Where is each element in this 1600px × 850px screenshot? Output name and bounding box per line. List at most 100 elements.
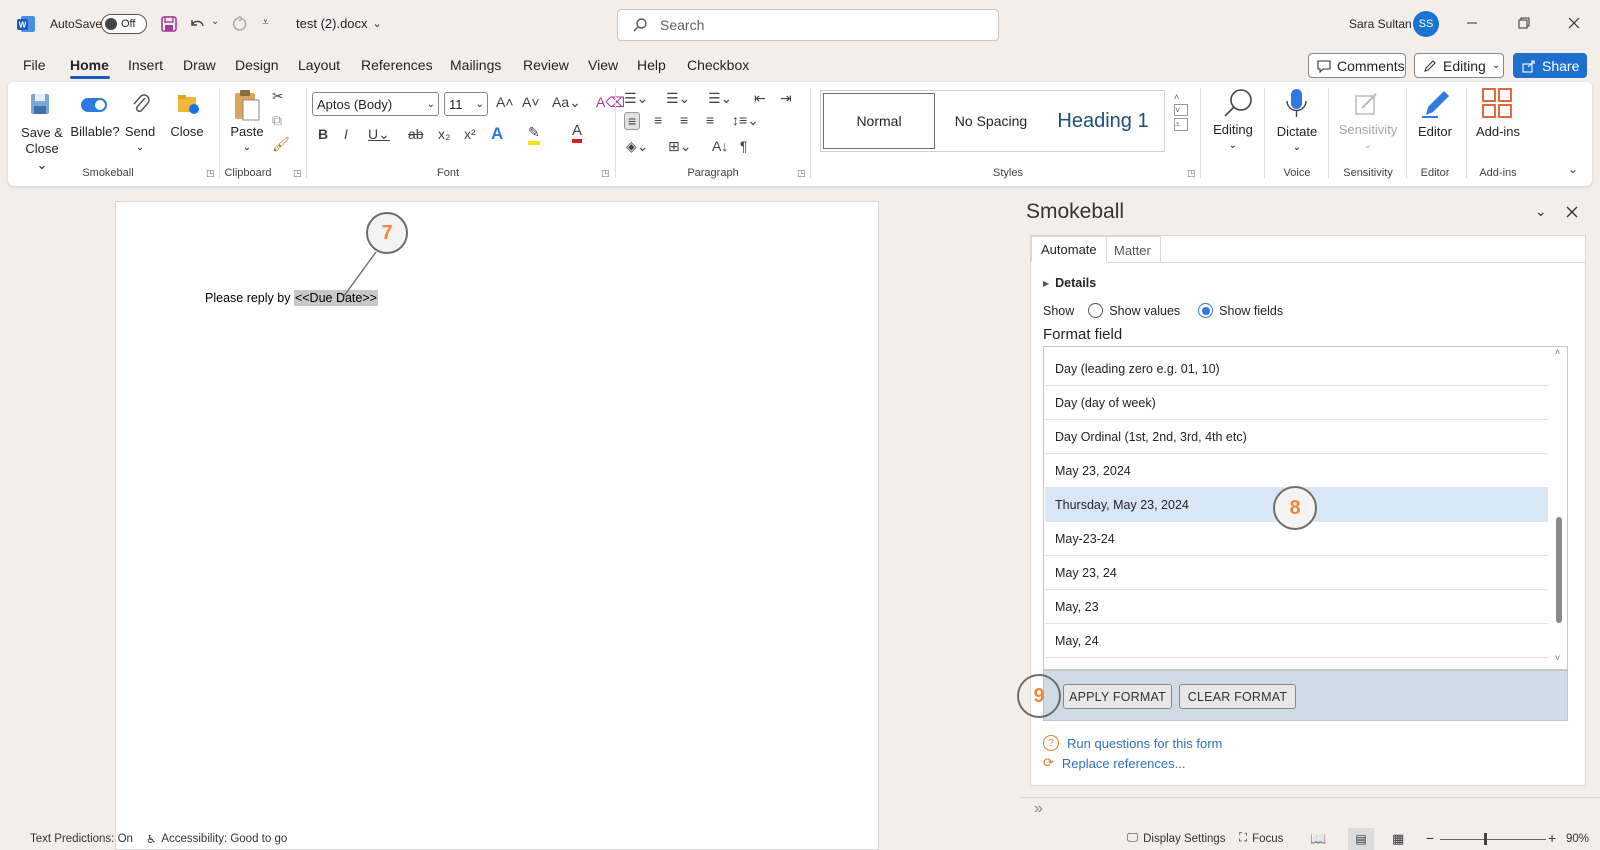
- line-spacing-icon[interactable]: ↕≡⌄: [732, 112, 759, 129]
- tab-automate[interactable]: Automate: [1031, 236, 1107, 263]
- list-item[interactable]: Day Ordinal (1st, 2nd, 3rd, 4th etc): [1045, 420, 1548, 454]
- clear-format-button[interactable]: CLEAR FORMAT: [1179, 684, 1296, 709]
- restore-icon[interactable]: [1517, 16, 1531, 30]
- scroll-down-icon[interactable]: ˅: [1555, 653, 1560, 663]
- dialog-launcher-icon[interactable]: ◳: [601, 168, 610, 179]
- list-item[interactable]: May, 23: [1045, 590, 1548, 624]
- editor-button[interactable]: Editor: [1410, 124, 1460, 140]
- send-button[interactable]: Send ⌄: [124, 124, 156, 156]
- show-values-radio[interactable]: Show values: [1088, 303, 1180, 318]
- zoom-level[interactable]: 90%: [1566, 833, 1589, 845]
- autosave-toggle[interactable]: Off: [101, 14, 147, 34]
- comments-button[interactable]: Comments: [1308, 53, 1406, 78]
- text-effects-icon[interactable]: A: [491, 124, 503, 144]
- web-layout-icon[interactable]: ▦: [1392, 831, 1404, 847]
- tab-checkbox[interactable]: Checkbox: [687, 57, 749, 73]
- expand-icon[interactable]: ⩡: [1174, 118, 1188, 131]
- chevron-down-icon[interactable]: ˅: [1174, 104, 1188, 116]
- dialog-launcher-icon[interactable]: ◳: [293, 168, 302, 179]
- dictate-button[interactable]: Dictate ⌄: [1272, 124, 1322, 156]
- tab-home[interactable]: Home: [70, 57, 109, 73]
- pane-close-icon[interactable]: [1566, 206, 1578, 218]
- details-toggle[interactable]: ▶ Details: [1043, 276, 1096, 290]
- scrollbar-thumb[interactable]: [1556, 517, 1562, 623]
- decrease-indent-icon[interactable]: ⇤: [754, 90, 766, 107]
- style-normal[interactable]: Normal: [823, 93, 935, 149]
- collapse-ribbon-icon[interactable]: ⌄: [1568, 162, 1578, 176]
- clear-formatting-icon[interactable]: A⌫: [596, 94, 625, 111]
- zoom-slider[interactable]: [1440, 839, 1546, 840]
- focus-button[interactable]: ⛶ Focus: [1239, 832, 1283, 845]
- numbering-icon[interactable]: ☰⌄: [666, 90, 690, 107]
- subscript-icon[interactable]: x₂: [438, 126, 450, 142]
- strikethrough-icon[interactable]: ab: [408, 126, 424, 142]
- close-window-icon[interactable]: [1567, 16, 1581, 30]
- style-no-spacing[interactable]: No Spacing: [935, 113, 1047, 129]
- list-item[interactable]: Day (day of week): [1045, 386, 1548, 420]
- align-center-icon[interactable]: ≡: [654, 112, 662, 128]
- cut-icon[interactable]: ✂: [272, 88, 284, 105]
- customize-toolbar-icon[interactable]: ⩡: [262, 15, 269, 30]
- billable-button[interactable]: Billable?: [70, 124, 120, 140]
- list-item[interactable]: May 23, 24: [1045, 556, 1548, 590]
- save-icon[interactable]: [160, 15, 178, 33]
- redo-icon[interactable]: [229, 15, 247, 33]
- tab-design[interactable]: Design: [235, 57, 279, 73]
- dialog-launcher-icon[interactable]: ◳: [1187, 168, 1196, 179]
- tab-insert[interactable]: Insert: [128, 57, 163, 73]
- font-size-select[interactable]: 11 ⌄: [444, 92, 488, 116]
- tab-help[interactable]: Help: [637, 57, 666, 73]
- shrink-font-icon[interactable]: A˅: [522, 94, 540, 110]
- tab-view[interactable]: View: [588, 57, 618, 73]
- replace-references-link[interactable]: ⟳ Replace references...: [1043, 755, 1185, 771]
- undo-icon[interactable]: [188, 15, 206, 33]
- read-mode-icon[interactable]: 📖: [1310, 831, 1326, 847]
- sort-icon[interactable]: A↓: [712, 138, 728, 154]
- pane-options-icon[interactable]: ⌄: [1535, 203, 1547, 220]
- justify-icon[interactable]: ≡: [706, 112, 714, 128]
- undo-dropdown-icon[interactable]: ⌄: [211, 16, 219, 27]
- dialog-launcher-icon[interactable]: ◳: [797, 168, 806, 179]
- list-item[interactable]: May 23, 2024: [1045, 454, 1548, 488]
- minimize-icon[interactable]: [1465, 16, 1479, 30]
- show-fields-radio[interactable]: Show fields: [1198, 303, 1283, 318]
- list-scrollbar[interactable]: ˄ ˅: [1551, 347, 1567, 669]
- display-settings-button[interactable]: 🖵 Display Settings: [1127, 832, 1226, 845]
- align-left-icon[interactable]: ≡: [624, 112, 641, 130]
- addins-button[interactable]: Add-ins: [1470, 124, 1526, 140]
- apply-format-button[interactable]: APPLY FORMAT: [1063, 684, 1172, 709]
- shading-icon[interactable]: ◈⌄: [626, 138, 649, 155]
- font-color-icon[interactable]: A: [572, 122, 583, 143]
- superscript-icon[interactable]: x²: [464, 126, 476, 142]
- text-predictions-status[interactable]: Text Predictions: On: [30, 833, 133, 845]
- grow-font-icon[interactable]: A˄: [496, 94, 514, 110]
- run-questions-link[interactable]: ? Run questions for this form: [1043, 735, 1222, 751]
- accessibility-status[interactable]: ♿ Accessibility: Good to go: [146, 832, 287, 846]
- search-box[interactable]: Search: [617, 9, 999, 41]
- list-item[interactable]: May, 24: [1045, 624, 1548, 658]
- change-case-icon[interactable]: Aa⌄: [552, 94, 581, 111]
- avatar[interactable]: SS: [1413, 11, 1439, 37]
- tab-layout[interactable]: Layout: [298, 57, 340, 73]
- share-button[interactable]: Share ⌄: [1513, 53, 1594, 78]
- style-heading-1[interactable]: Heading 1: [1047, 110, 1159, 133]
- format-painter-icon[interactable]: 🖌: [272, 136, 290, 153]
- editing-button[interactable]: Editing ⌄: [1208, 122, 1258, 154]
- print-layout-icon[interactable]: ▤: [1348, 828, 1374, 850]
- scroll-up-icon[interactable]: ˄: [1555, 347, 1560, 357]
- save-close-button[interactable]: Save & Close ⌄: [20, 125, 64, 173]
- italic-icon[interactable]: I: [344, 126, 348, 142]
- chevron-up-icon[interactable]: ˄: [1174, 92, 1188, 102]
- zoom-in-icon[interactable]: +: [1548, 830, 1556, 846]
- tab-file[interactable]: File: [23, 57, 46, 73]
- tab-review[interactable]: Review: [523, 57, 569, 73]
- paste-button[interactable]: Paste ⌄: [226, 124, 268, 156]
- increase-indent-icon[interactable]: ⇥: [780, 90, 792, 107]
- dialog-launcher-icon[interactable]: ◳: [206, 168, 215, 179]
- bullets-icon[interactable]: ☰⌄: [624, 90, 648, 107]
- editing-mode-button[interactable]: Editing ⌄: [1414, 53, 1504, 78]
- zoom-slider-thumb[interactable]: [1484, 833, 1487, 845]
- expand-pane-icon[interactable]: »: [1034, 800, 1043, 818]
- copy-icon[interactable]: ⧉: [272, 112, 282, 129]
- tab-references[interactable]: References: [361, 57, 433, 73]
